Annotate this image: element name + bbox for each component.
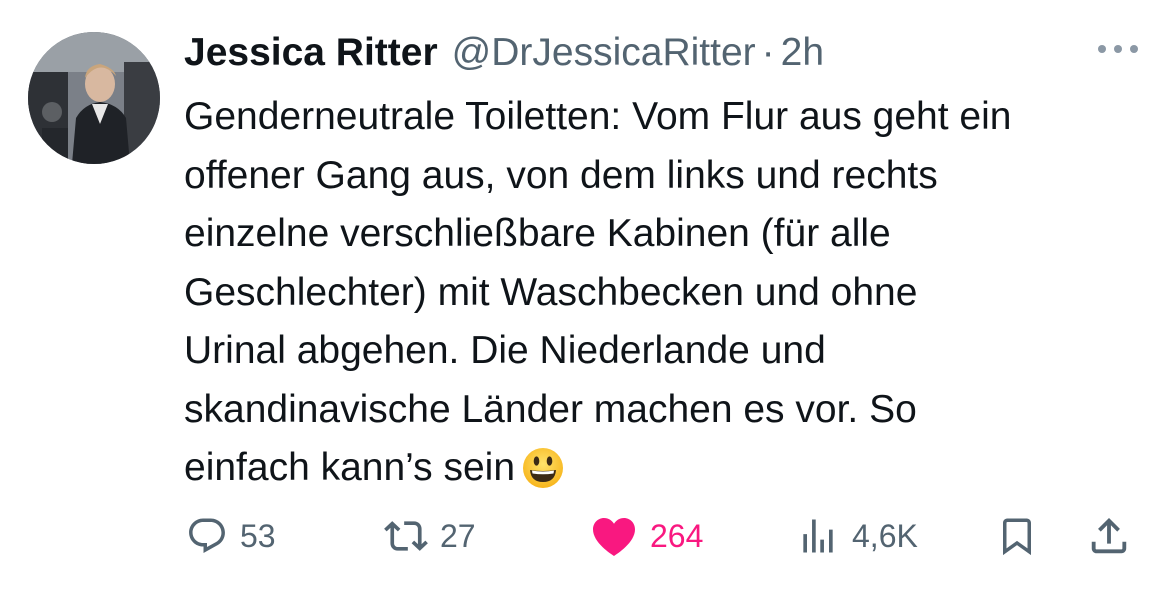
tweet-text-line: offener Gang aus, von dem links und rech… (184, 153, 938, 197)
views-count: 4,6K (852, 517, 918, 554)
more-dot (1130, 45, 1138, 53)
like-count: 264 (650, 517, 704, 554)
tweet-text-line: Genderneutrale Toiletten: Vom Flur aus g… (184, 95, 1012, 138)
bookmark-icon (1003, 518, 1031, 556)
author-name[interactable]: Jessica Ritter (184, 31, 438, 75)
tweet-text: Genderneutrale Toiletten: Vom Flur aus g… (184, 88, 1154, 508)
reply-button[interactable]: 53 (186, 510, 276, 562)
grinning-face-emoji (521, 446, 565, 508)
tweet-header: Jessica Ritter @DrJessicaRitter · 2h (184, 28, 824, 78)
more-dot (1098, 45, 1106, 53)
avatar[interactable] (28, 32, 160, 164)
timestamp[interactable]: 2h (781, 31, 824, 75)
bookmark-button[interactable] (996, 510, 1038, 562)
views-icon (803, 519, 833, 553)
tweet-text-line: Urinal abgehen. Die Niederlande und (184, 329, 826, 372)
retweet-icon (384, 521, 428, 551)
like-button[interactable]: 264 (590, 510, 703, 562)
tweet-actions: 53 27 264 4,6K (0, 510, 1170, 562)
share-button[interactable] (1086, 510, 1132, 562)
heart-icon (593, 518, 635, 556)
share-icon (1091, 517, 1127, 554)
tweet-text-line-last: einfach kann’s sein (184, 439, 1154, 508)
views-button[interactable]: 4,6K (796, 510, 918, 562)
tweet-text-line: skandinavische Länder machen es vor. So (184, 387, 917, 431)
tweet-text-line: einfach kann’s sein (184, 446, 516, 489)
retweet-count: 27 (440, 517, 476, 554)
more-options-icon[interactable] (1098, 36, 1138, 62)
reply-count: 53 (240, 517, 276, 554)
tweet[interactable]: Jessica Ritter @DrJessicaRitter · 2h Gen… (0, 0, 1170, 593)
separator-dot: · (761, 31, 775, 74)
tweet-text-line: einzelne verschließbare Kabinen (für all… (184, 212, 891, 255)
profile-photo (28, 32, 160, 164)
reply-icon (189, 518, 225, 553)
tweet-text-line: Geschlechter) mit Waschbecken und ohne (184, 270, 918, 314)
author-handle[interactable]: @DrJessicaRitter (452, 31, 756, 75)
more-dot (1114, 45, 1122, 53)
retweet-button[interactable]: 27 (384, 510, 476, 562)
